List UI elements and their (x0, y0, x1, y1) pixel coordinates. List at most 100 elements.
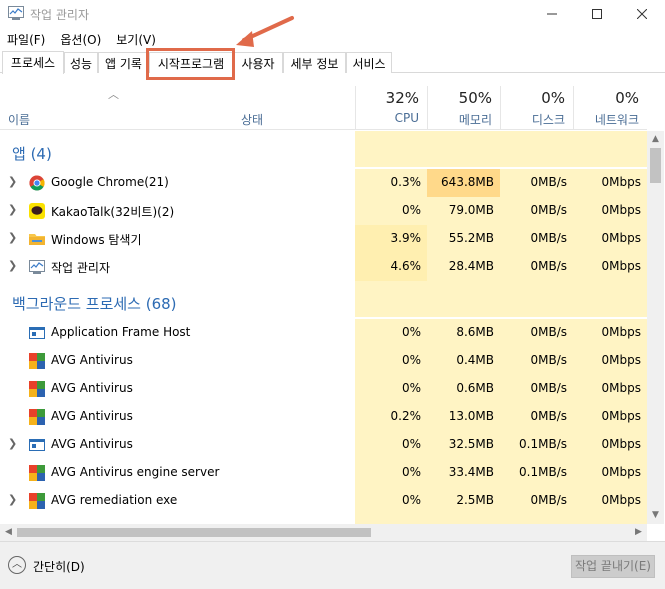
cpu-percent: 32% (385, 89, 419, 107)
expand-chevron-icon[interactable]: ❯ (8, 493, 17, 506)
network-value: 0Mbps (573, 197, 647, 225)
avg-icon (29, 493, 45, 509)
memory-value: 79.0MB (427, 197, 500, 225)
disk-value: 0MB/s (500, 169, 573, 197)
table-row[interactable]: ❯ 작업 관리자 4.6% 28.4MB 0MB/s 0Mbps (0, 253, 647, 281)
end-task-button[interactable]: 작업 끝내기(E) (571, 555, 655, 578)
scroll-left-icon[interactable]: ◀ (0, 524, 17, 541)
group-title: 백그라운드 프로세스 (68) (12, 295, 177, 313)
table-row[interactable]: ❯ AVG remediation exe 0% 2.5MB 0MB/s 0Mb… (0, 487, 647, 515)
chrome-icon (29, 175, 45, 191)
expand-chevron-icon[interactable]: ❯ (8, 259, 17, 272)
chevron-up-icon[interactable]: ︿ (8, 556, 26, 574)
cpu-value: 0% (355, 197, 427, 225)
table-row[interactable]: AVG Antivirus engine server 0% 33.4MB 0.… (0, 459, 647, 487)
memory-value: 13.0MB (427, 403, 500, 431)
cpu-value: 0% (355, 375, 427, 403)
scroll-down-icon[interactable]: ▼ (647, 507, 664, 524)
network-value: 0Mbps (573, 225, 647, 253)
cpu-value: 0% (355, 347, 427, 375)
table-row[interactable]: ❯ Google Chrome(21) 0.3% 643.8MB 0MB/s 0… (0, 169, 647, 197)
task-manager-icon (8, 6, 24, 20)
tab-details[interactable]: 세부 정보 (283, 52, 346, 73)
menu-file[interactable]: 파일(F) (6, 28, 51, 50)
process-name: AVG remediation exe (51, 493, 178, 507)
table-row[interactable] (0, 515, 647, 524)
disk-value: 0MB/s (500, 375, 573, 403)
table-row[interactable]: AVG Antivirus 0% 0.6MB 0MB/s 0Mbps (0, 375, 647, 403)
network-value: 0Mbps (573, 169, 647, 197)
network-value: 0Mbps (573, 253, 647, 281)
column-cpu[interactable]: 32% CPU (355, 86, 427, 130)
horizontal-scrollbar[interactable]: ◀ ▶ (0, 524, 647, 541)
column-name[interactable]: 이름 (8, 111, 30, 128)
menu-view[interactable]: 보기(V) (115, 28, 162, 50)
expand-chevron-icon[interactable]: ❯ (8, 175, 17, 188)
scroll-thumb[interactable] (650, 148, 661, 183)
menu-options[interactable]: 옵션(O) (59, 28, 107, 50)
cpu-label: CPU (394, 111, 419, 125)
scroll-up-icon[interactable]: ▲ (647, 131, 664, 148)
minimize-button[interactable] (529, 0, 575, 28)
process-name: AVG Antivirus (51, 381, 133, 395)
network-label: 네트워크 (594, 113, 639, 127)
tab-users[interactable]: 사용자 (233, 52, 283, 73)
column-disk[interactable]: 0% 디스크 (500, 86, 573, 130)
tab-app-history[interactable]: 앱 기록 (98, 52, 149, 73)
footer-bar: ︿ 간단히(D) 작업 끝내기(E) (0, 541, 665, 589)
title-bar: 작업 관리자 (0, 0, 665, 28)
vertical-scrollbar[interactable]: ▲ ▼ (647, 131, 664, 524)
process-name: AVG Antivirus (51, 353, 133, 367)
network-value: 0Mbps (573, 347, 647, 375)
table-row[interactable]: AVG Antivirus 0.2% 13.0MB 0MB/s 0Mbps (0, 403, 647, 431)
disk-value: 0MB/s (500, 253, 573, 281)
table-row[interactable]: Application Frame Host 0% 8.6MB 0MB/s 0M… (0, 319, 647, 347)
cpu-value (355, 515, 427, 524)
disk-value: 0.1MB/s (500, 431, 573, 459)
close-button[interactable] (619, 0, 665, 28)
column-status[interactable]: 상태 (241, 111, 263, 128)
table-row[interactable]: AVG Antivirus 0% 0.4MB 0MB/s 0Mbps (0, 347, 647, 375)
process-table: 앱 (4) ❯ Google Chrome(21) 0.3% 643.8MB 0… (0, 131, 647, 524)
tab-services[interactable]: 서비스 (346, 52, 392, 73)
group-header-background[interactable]: 백그라운드 프로세스 (68) (0, 281, 647, 317)
memory-value: 33.4MB (427, 459, 500, 487)
app-frame-icon (29, 327, 45, 339)
annotation-arrow-icon (236, 16, 294, 47)
scroll-right-icon[interactable]: ▶ (630, 524, 647, 541)
memory-value: 8.6MB (427, 319, 500, 347)
memory-value: 0.4MB (427, 347, 500, 375)
network-value: 0Mbps (573, 431, 647, 459)
avg-icon (29, 381, 45, 397)
table-row[interactable]: ❯ KakaoTalk(32비트)(2) 0% 79.0MB 0MB/s 0Mb… (0, 197, 647, 225)
memory-value: 32.5MB (427, 431, 500, 459)
process-name: AVG Antivirus (51, 437, 133, 451)
process-name: KakaoTalk(32비트)(2) (51, 205, 175, 219)
disk-value (500, 515, 573, 524)
process-name: Application Frame Host (51, 325, 191, 339)
memory-value (427, 515, 500, 524)
table-row[interactable]: ❯ Windows 탐색기 3.9% 55.2MB 0MB/s 0Mbps (0, 225, 647, 253)
expand-chevron-icon[interactable]: ❯ (8, 231, 17, 244)
cpu-value: 0% (355, 431, 427, 459)
network-value: 0Mbps (573, 319, 647, 347)
scroll-thumb[interactable] (17, 528, 371, 537)
heat-fill (355, 281, 647, 317)
column-memory[interactable]: 50% 메모리 (427, 86, 500, 130)
table-row[interactable]: ❯ AVG Antivirus 0% 32.5MB 0.1MB/s 0Mbps (0, 431, 647, 459)
expand-chevron-icon[interactable]: ❯ (8, 437, 17, 450)
fewer-details-button[interactable]: 간단히(D) (33, 558, 85, 575)
tab-startup[interactable]: 시작프로그램 (149, 52, 233, 73)
tab-processes[interactable]: 프로세스 (2, 51, 64, 74)
process-name: AVG Antivirus engine server (51, 465, 220, 479)
expand-chevron-icon[interactable]: ❯ (8, 203, 17, 216)
maximize-button[interactable] (574, 0, 620, 28)
group-header-apps[interactable]: 앱 (4) (0, 131, 647, 167)
column-network[interactable]: 0% 네트워크 (573, 86, 647, 130)
cpu-value: 0.3% (355, 169, 427, 197)
memory-value: 55.2MB (427, 225, 500, 253)
tab-performance[interactable]: 성능 (64, 52, 98, 73)
process-name: 작업 관리자 (51, 261, 111, 275)
process-name: Windows 탐색기 (51, 233, 142, 247)
disk-value: 0MB/s (500, 319, 573, 347)
